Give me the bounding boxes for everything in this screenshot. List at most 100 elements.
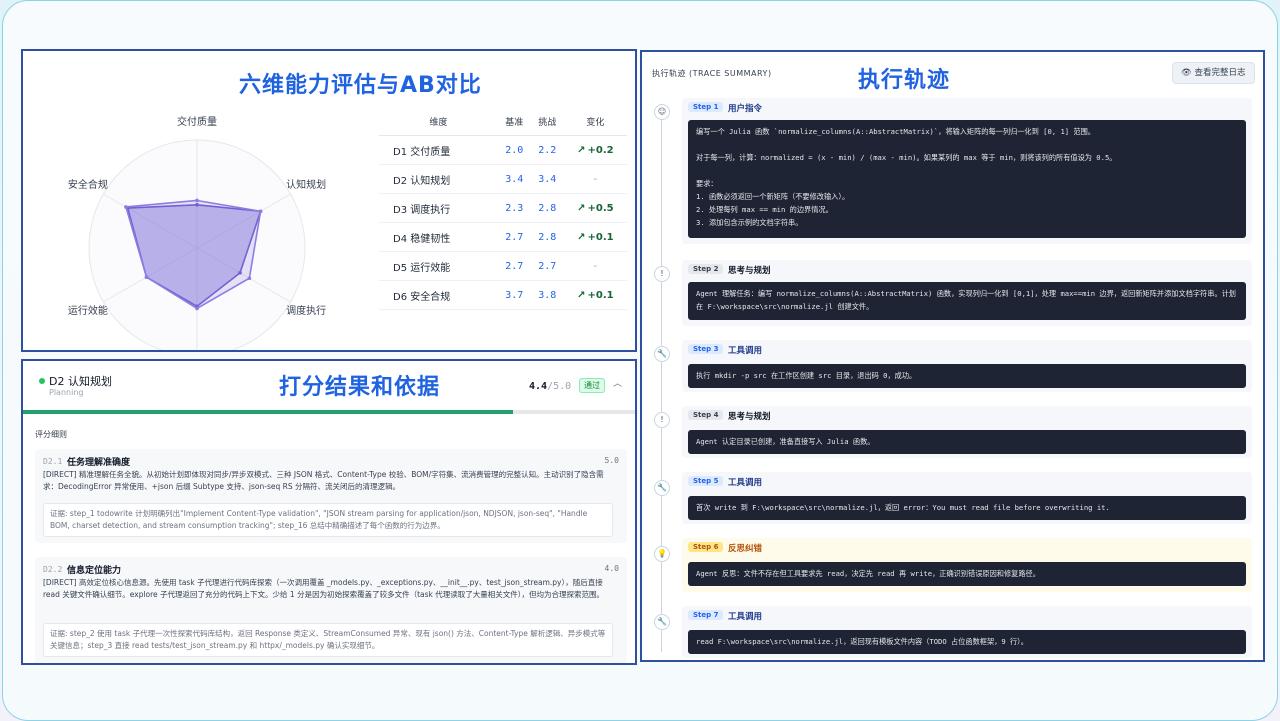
user-icon: ☺ — [654, 104, 670, 120]
radar-axis-label: 认知规划 — [286, 178, 326, 191]
trace-panel-title: 执行轨迹 — [858, 68, 951, 93]
row-challenge: 2.7 — [530, 251, 564, 281]
change-value: +0.5 — [587, 202, 614, 214]
execution-trace-panel: 执行轨迹 (TRACE SUMMARY) 执行轨迹 👁 查看完整日志 ☺ Ste… — [640, 50, 1265, 662]
col-header-challenge: 挑战 — [530, 107, 564, 136]
row-challenge: 3.4 — [530, 164, 564, 194]
trend-up-icon: ↗ — [577, 231, 586, 243]
view-full-log-button[interactable]: 👁 查看完整日志 — [1172, 62, 1255, 84]
step-tag: Step 1 — [688, 102, 724, 112]
row-dimension: D1 交付质量 — [379, 135, 498, 165]
col-header-baseline: 基准 — [497, 107, 531, 136]
row-change: ↗ +0.1 — [563, 222, 627, 252]
score-max: /5.0 — [547, 381, 572, 392]
status-dot — [39, 378, 45, 384]
table-row: D5 运行效能 2.7 2.7- — [379, 251, 627, 281]
step-content: Agent 理解任务：编写 normalize_columns(A::Abstr… — [688, 282, 1246, 320]
table-row: D1 交付质量 2.0 2.2 ↗ +0.2 — [379, 135, 627, 165]
step-content: read F:\workspace\src\normalize.jl，返回现有模… — [688, 630, 1246, 654]
criterion-title: 任务理解准确度 — [67, 458, 131, 468]
row-challenge: 2.8 — [530, 222, 564, 252]
table-row: D3 调度执行 2.3 2.8 ↗ +0.5 — [379, 193, 627, 223]
change-value: +0.1 — [587, 289, 614, 301]
criterion-title: 信息定位能力 — [67, 566, 122, 576]
trace-header-label: 执行轨迹 (TRACE SUMMARY) — [652, 69, 772, 78]
score-panel-title: 打分结果和依据 — [279, 375, 441, 400]
criterion-id: D2.2 — [43, 565, 63, 574]
row-challenge: 2.2 — [530, 135, 564, 165]
step-title: 工具调用 — [728, 478, 763, 488]
row-challenge: 3.8 — [530, 280, 564, 310]
wrench-icon: 🔧 — [654, 480, 670, 496]
dimension-subtitle: Planning — [49, 388, 84, 397]
table-row: D2 认知规划 3.4 3.4- — [379, 164, 627, 194]
wrench-icon: 🔧 — [654, 614, 670, 630]
radar-axis-label: 运行效能 — [68, 304, 108, 317]
row-dimension: D6 安全合规 — [379, 280, 498, 310]
step-tag: Step 2 — [688, 264, 724, 274]
step-content: Agent 反思：文件不存在但工具要求先 read，决定先 read 再 wri… — [688, 562, 1246, 586]
think-icon: ! — [654, 266, 670, 282]
score-progress-bar — [23, 410, 635, 414]
eye-icon: 👁 — [1181, 68, 1195, 78]
row-baseline: 3.4 — [497, 164, 531, 194]
radar-data-point — [247, 276, 252, 281]
trace-step[interactable]: Step 4 思考与规划 Agent 认定目录已创建，准备直接写入 Julia … — [682, 406, 1252, 458]
row-dimension: D4 稳健韧性 — [379, 222, 498, 252]
radar-data-point — [144, 275, 149, 279]
step-tag: Step 5 — [688, 476, 724, 486]
criterion-card: D2.1 任务理解准确度 5.0 [DIRECT] 精准理解任务全貌。从初始计划… — [35, 449, 627, 543]
step-tag: Step 6 — [688, 542, 724, 552]
trace-step[interactable]: Step 1 用户指令 编写一个 Julia 函数 `normalize_col… — [682, 98, 1252, 244]
radar-data-point — [124, 205, 128, 209]
radar-panel-title: 六维能力评估与AB对比 — [239, 73, 482, 98]
dimension-score: 4.4/5.0 — [529, 381, 571, 392]
section-label: 评分细则 — [35, 430, 67, 439]
trace-step[interactable]: Step 7 工具调用 read F:\workspace\src\normal… — [682, 606, 1252, 658]
row-challenge: 2.8 — [530, 193, 564, 223]
radar-comparison-panel: 交付质量认知规划调度执行稳健韧性运行效能安全合规 六维能力评估与AB对比 维度 … — [21, 49, 637, 352]
trend-up-icon: ↗ — [577, 144, 586, 156]
status-badge: 通过 — [579, 378, 605, 393]
dimension-name: D2 认知规划 — [49, 375, 112, 388]
comparison-table: 维度 基准 挑战 变化 D1 交付质量 2.0 2.2 ↗ +0.2 D2 认知规划 3.4… — [379, 107, 627, 310]
step-content: 编写一个 Julia 函数 `normalize_columns(A::Abst… — [688, 120, 1246, 238]
criterion-score: 5.0 — [604, 456, 619, 465]
trend-up-icon: ↗ — [577, 202, 586, 214]
criterion-evidence: 证据: step_2 使用 task 子代理一次性探索代码库结构，返回 Resp… — [43, 623, 613, 657]
step-content: 执行 mkdir -p src 在工作区创建 src 目录，退出码 0，成功。 — [688, 364, 1246, 388]
step-tag: Step 7 — [688, 610, 724, 620]
score-value: 4.4 — [529, 381, 548, 392]
chevron-up-icon[interactable]: ︿ — [613, 376, 622, 389]
trace-step[interactable]: Step 5 工具调用 首次 write 到 F:\workspace\src\… — [682, 472, 1252, 524]
think-icon: ! — [654, 412, 670, 428]
step-title: 思考与规划 — [728, 266, 771, 276]
step-tag: Step 4 — [688, 410, 724, 420]
radar-axis-label: 调度执行 — [286, 304, 326, 317]
col-header-change: 变化 — [563, 107, 627, 136]
radar-data-point — [195, 198, 199, 203]
step-title: 用户指令 — [728, 104, 763, 114]
criterion-evidence: 证据: step_1 todowrite 计划明确列出"Implement Co… — [43, 503, 613, 537]
bulb-icon: 💡 — [654, 546, 670, 562]
col-header-dimension: 维度 — [379, 107, 498, 136]
row-change: - — [563, 251, 627, 281]
table-row: D6 安全合规 3.7 3.8 ↗ +0.1 — [379, 280, 627, 310]
trace-step[interactable]: Step 3 工具调用 执行 mkdir -p src 在工作区创建 src 目… — [682, 340, 1252, 392]
radar-axis-label: 交付质量 — [177, 115, 217, 128]
trace-step[interactable]: Step 6 反思纠错 Agent 反思：文件不存在但工具要求先 read，决定… — [682, 538, 1252, 592]
score-progress-fill — [23, 410, 514, 414]
step-title: 思考与规划 — [728, 412, 771, 422]
step-content: Agent 认定目录已创建，准备直接写入 Julia 函数。 — [688, 430, 1246, 454]
row-baseline: 2.7 — [497, 251, 531, 281]
criterion-description: [DIRECT] 高效定位核心信息源。先使用 task 子代理进行代码库探索（一… — [43, 578, 605, 599]
step-title: 反思纠错 — [728, 544, 763, 554]
change-value: +0.1 — [587, 231, 614, 243]
criterion-description: [DIRECT] 精准理解任务全貌。从初始计划即体现对同步/异步双模式、三种 J… — [43, 470, 604, 491]
trace-step[interactable]: Step 2 思考与规划 Agent 理解任务：编写 normalize_col… — [682, 260, 1252, 326]
step-title: 工具调用 — [728, 346, 763, 356]
criterion-card: D2.2 信息定位能力 4.0 [DIRECT] 高效定位核心信息源。先使用 t… — [35, 557, 627, 663]
row-baseline: 2.7 — [497, 222, 531, 252]
radar-data-point — [195, 306, 199, 311]
view-log-label: 查看完整日志 — [1194, 68, 1246, 78]
